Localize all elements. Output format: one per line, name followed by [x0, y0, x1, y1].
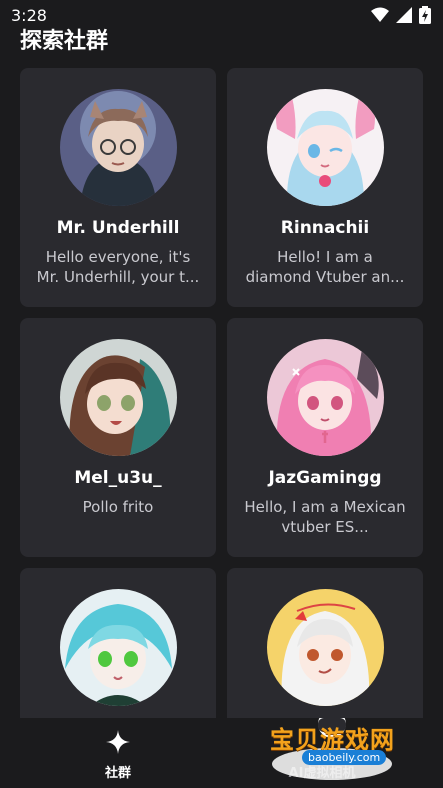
- card-name: JazGamingg: [268, 468, 382, 488]
- wifi-icon: [371, 7, 389, 27]
- community-card[interactable]: Mr. Underhill Hello everyone, it's Mr. U…: [20, 68, 216, 307]
- status-icons: [371, 6, 431, 28]
- community-card[interactable]: Mel_u3u_ Pollo frito: [20, 318, 216, 557]
- card-description: Hello! I am a diamond Vtuber an...: [245, 248, 405, 286]
- avatar: [60, 589, 177, 706]
- status-time: 3:28: [11, 6, 47, 25]
- nav-label-community: 社群: [104, 766, 131, 781]
- card-description: Pollo frito: [82, 498, 154, 516]
- card-name: Rinnachii: [280, 218, 370, 238]
- card-description: Hello, I am a Mexican vtuber ES...: [244, 498, 406, 536]
- watermark-logo: 宝贝游戏网 baobeily.com: [262, 718, 422, 784]
- card-name: Mel_u3u_: [74, 468, 162, 488]
- watermark-url: baobeily.com: [302, 750, 387, 765]
- community-card[interactable]: Rinnachii Hello! I am a diamond Vtuber a…: [227, 68, 423, 307]
- community-grid: Mr. Underhill Hello everyone, it's Mr. U…: [20, 68, 423, 718]
- avatar: [60, 339, 177, 456]
- card-description: Hello everyone, it's Mr. Underhill, your…: [36, 248, 200, 286]
- avatar: [267, 89, 384, 206]
- nav-item-community[interactable]: 社群: [58, 730, 178, 781]
- card-name: Mr. Underhill: [56, 218, 180, 238]
- status-bar: 3:28: [0, 0, 443, 30]
- community-card[interactable]: JazGamingg Hello, I am a Mexican vtuber …: [227, 318, 423, 557]
- page-title: 探索社群: [20, 29, 109, 54]
- community-card[interactable]: [20, 568, 216, 718]
- avatar: [267, 589, 384, 706]
- avatar: [267, 339, 384, 456]
- sparkle-icon: [106, 730, 130, 758]
- community-card[interactable]: [227, 568, 423, 718]
- signal-icon: [396, 7, 412, 27]
- battery-icon: [419, 6, 431, 28]
- avatar: [60, 89, 177, 206]
